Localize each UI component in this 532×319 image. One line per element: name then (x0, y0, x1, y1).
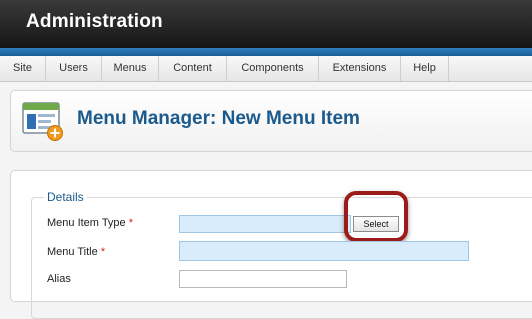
admin-header: Administration (0, 0, 532, 48)
alias-label: Alias (47, 273, 71, 285)
menu-item-site[interactable]: Site (0, 56, 46, 81)
menu-item-components[interactable]: Components (227, 56, 319, 81)
header-accent-strip (0, 48, 532, 56)
menu-manager-add-icon (22, 102, 63, 141)
required-star: * (100, 246, 106, 258)
menu-item-extensions[interactable]: Extensions (319, 56, 401, 81)
menu-title-field[interactable] (179, 241, 469, 261)
main-menu-bar: Site Users Menus Content Components Exte… (0, 56, 532, 82)
page-title: Menu Manager: New Menu Item (77, 108, 360, 129)
menu-title-label: Menu Title * (47, 246, 105, 258)
menu-item-users[interactable]: Users (46, 56, 102, 81)
required-star: * (128, 217, 134, 229)
page-title-panel: Menu Manager: New Menu Item (10, 90, 532, 152)
menu-item-content[interactable]: Content (159, 56, 227, 81)
menu-item-type-label: Menu Item Type * (47, 217, 133, 229)
menu-title-label-text: Menu Title (47, 246, 98, 258)
details-panel: Details Menu Item Type * Select Menu Tit… (10, 170, 532, 319)
details-legend: Details (44, 190, 87, 204)
menu-item-help[interactable]: Help (401, 56, 449, 81)
menu-item-menus[interactable]: Menus (102, 56, 159, 81)
menu-item-type-label-text: Menu Item Type (47, 217, 126, 229)
alias-field[interactable] (179, 270, 347, 288)
menu-item-type-field[interactable] (179, 215, 351, 233)
callout-highlight (344, 191, 408, 242)
header-title: Administration (26, 11, 163, 32)
